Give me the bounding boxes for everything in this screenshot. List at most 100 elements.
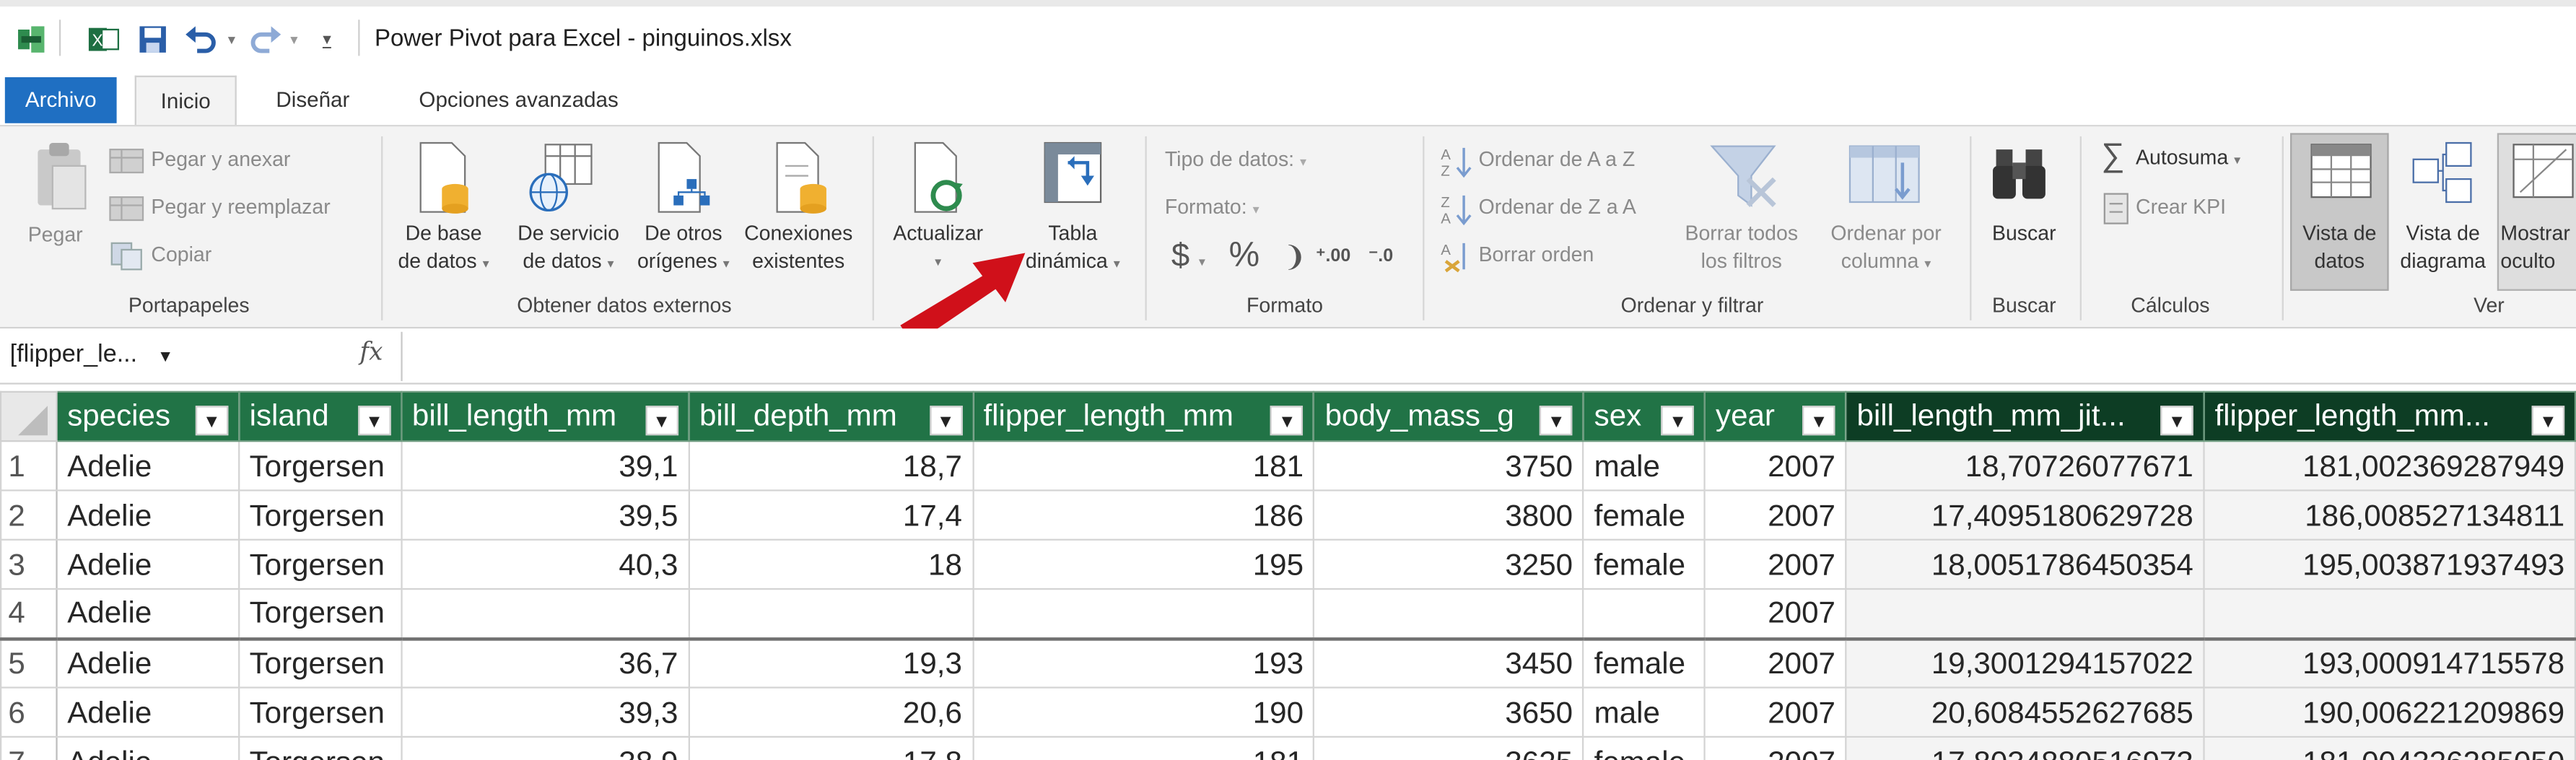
table-cell[interactable]: Adelie [56, 735, 240, 760]
formula-input[interactable] [414, 337, 2550, 377]
table-row[interactable]: 6 Adelie Torgersen 39,3 20,6 190 3650 male 2007 2… [0, 686, 2576, 738]
table-cell[interactable]: Adelie [56, 489, 240, 541]
table-cell[interactable]: Torgersen [237, 538, 403, 590]
ordenar-por-columna-button[interactable]: Ordenar por columna ▾ [1814, 220, 1958, 278]
filter-dropdown-icon[interactable]: ▼ [1802, 406, 1835, 436]
copy-icon[interactable] [108, 242, 144, 279]
table-cell[interactable]: 18 [688, 538, 974, 590]
data-service-icon[interactable] [525, 139, 598, 223]
tab-archivo[interactable]: Archivo [4, 77, 117, 123]
decrease-decimal-button[interactable]: ⁻.0 [1368, 245, 1393, 266]
redo-dropdown-icon[interactable]: ▾ [286, 23, 302, 56]
table-cell[interactable]: 2007 [1704, 637, 1847, 689]
table-cell[interactable]: 190 [972, 686, 1315, 738]
table-cell[interactable]: 39,3 [401, 686, 690, 738]
table-cell[interactable]: Torgersen [237, 440, 403, 492]
sort-az-icon[interactable]: AZ [1439, 143, 1475, 187]
clear-sort-icon[interactable]: A [1439, 238, 1475, 282]
table-cell[interactable]: 19,3 [688, 637, 974, 689]
column-header-flipper-length-jitter[interactable]: flipper_length_mm... ▼ [2203, 390, 2576, 442]
tipo-de-datos-label[interactable]: Tipo de datos: ▾ [1165, 148, 1306, 171]
sort-by-column-icon[interactable] [1846, 139, 1922, 217]
table-cell[interactable]: 19,3001294157022 [1845, 637, 2205, 689]
table-cell[interactable]: female [1582, 538, 1706, 590]
column-header-body-mass[interactable]: body_mass_g ▼ [1313, 390, 1585, 442]
paste-icon[interactable] [33, 139, 89, 223]
sort-za-icon[interactable]: ZA [1439, 191, 1475, 235]
table-cell[interactable]: 186,008527134811 [2203, 489, 2576, 541]
diagram-view-icon[interactable] [2410, 139, 2476, 213]
table-cell[interactable]: 3800 [1313, 489, 1585, 541]
other-sources-icon[interactable] [654, 139, 713, 223]
table-cell[interactable]: 40,3 [401, 538, 690, 590]
filter-dropdown-icon[interactable]: ▼ [645, 406, 678, 436]
table-cell[interactable]: Torgersen [237, 637, 403, 689]
table-cell[interactable]: 195,003871937493 [2203, 538, 2576, 590]
column-header-species[interactable]: species ▼ [56, 390, 240, 442]
comma-format-button[interactable]: ❩ [1283, 242, 1306, 275]
table-cell[interactable] [401, 588, 690, 640]
row-number[interactable]: 5 [0, 637, 58, 689]
table-cell[interactable] [972, 588, 1315, 640]
column-header-bill-depth[interactable]: bill_depth_mm ▼ [688, 390, 974, 442]
table-cell[interactable]: 193,000914715578 [2203, 637, 2576, 689]
fx-icon[interactable]: fx [359, 337, 383, 367]
table-cell[interactable] [1845, 588, 2205, 640]
table-cell[interactable]: 20,6 [688, 686, 974, 738]
table-cell[interactable]: male [1582, 686, 1706, 738]
table-cell[interactable] [688, 588, 974, 640]
formato-label[interactable]: Formato: ▾ [1165, 196, 1259, 219]
table-cell[interactable] [1313, 588, 1585, 640]
table-cell[interactable]: 20,6084552627685 [1845, 686, 2205, 738]
mostrar-oculto-button[interactable]: Mostrar oculto [2497, 220, 2576, 276]
table-cell[interactable]: Adelie [56, 686, 240, 738]
table-cell[interactable]: 186 [972, 489, 1315, 541]
currency-format-button[interactable]: $ ▾ [1171, 238, 1205, 276]
row-number[interactable]: 6 [0, 686, 58, 738]
redo-icon[interactable] [243, 23, 286, 56]
table-row[interactable]: 7AdelieTorgersen38,917,81813625female200… [0, 735, 2576, 760]
table-cell[interactable] [1582, 588, 1706, 640]
pegar-reemplazar-button[interactable]: Pegar y reemplazar [151, 196, 330, 219]
excel-icon[interactable]: X [85, 23, 121, 56]
table-cell[interactable]: 36,7 [401, 637, 690, 689]
table-cell[interactable]: 3750 [1313, 440, 1585, 492]
name-box-dropdown-icon[interactable]: ▼ [157, 349, 174, 367]
vista-de-diagrama-button[interactable]: Vista de diagrama [2392, 220, 2494, 276]
existing-connections-icon[interactable] [772, 139, 831, 223]
paste-append-icon[interactable] [108, 147, 144, 184]
table-cell[interactable]: 39,5 [401, 489, 690, 541]
de-servicio-de-datos-button[interactable]: De servicio de datos ▾ [506, 220, 631, 278]
table-cell[interactable]: Adelie [56, 538, 240, 590]
table-cell[interactable]: 181,002369287949 [2203, 440, 2576, 492]
row-number[interactable]: 2 [0, 489, 58, 541]
tab-inicio[interactable]: Inicio [134, 75, 237, 127]
row-number[interactable]: 4 [0, 588, 58, 640]
filter-dropdown-icon[interactable]: ▼ [357, 406, 391, 436]
crear-kpi-button[interactable]: Crear KPI [2136, 196, 2226, 219]
table-cell[interactable]: 195 [972, 538, 1315, 590]
tab-disenar[interactable]: Diseñar [258, 76, 367, 125]
filter-dropdown-icon[interactable]: ▼ [2531, 406, 2565, 436]
table-cell[interactable]: Adelie [56, 637, 240, 689]
table-cell[interactable]: 2007 [1704, 538, 1847, 590]
table-cell[interactable]: Torgersen [237, 489, 403, 541]
tab-opciones-avanzadas[interactable]: Opciones avanzadas [401, 76, 636, 125]
pivot-table-icon[interactable] [1042, 139, 1104, 213]
table-cell[interactable]: 2007 [1704, 489, 1847, 541]
undo-dropdown-icon[interactable]: ▾ [224, 23, 240, 56]
copiar-button[interactable]: Copiar [151, 243, 211, 266]
de-otros-origenes-button[interactable]: De otros orígenes ▾ [631, 220, 736, 278]
column-header-sex[interactable]: sex ▼ [1582, 390, 1706, 442]
ordenar-a-z-button[interactable]: Ordenar de A a Z [1479, 148, 1636, 171]
table-cell[interactable]: 2007 [1704, 686, 1847, 738]
row-number[interactable]: 1 [0, 440, 58, 492]
filter-dropdown-icon[interactable]: ▼ [1661, 406, 1695, 436]
table-row[interactable]: 5 Adelie Torgersen 36,7 19,3 193 3450 female 200… [0, 637, 2576, 689]
table-cell[interactable]: 18,7 [688, 440, 974, 492]
column-header-bill-length-jitter[interactable]: bill_length_mm_jit... ▼ [1845, 390, 2205, 442]
filter-dropdown-icon[interactable]: ▼ [195, 406, 229, 436]
table-row[interactable]: 4 Adelie Torgersen 2007 [0, 588, 2576, 640]
autosuma-button[interactable]: Autosuma ▾ [2136, 147, 2240, 170]
vista-de-datos-button[interactable]: Vista de datos [2290, 220, 2389, 276]
